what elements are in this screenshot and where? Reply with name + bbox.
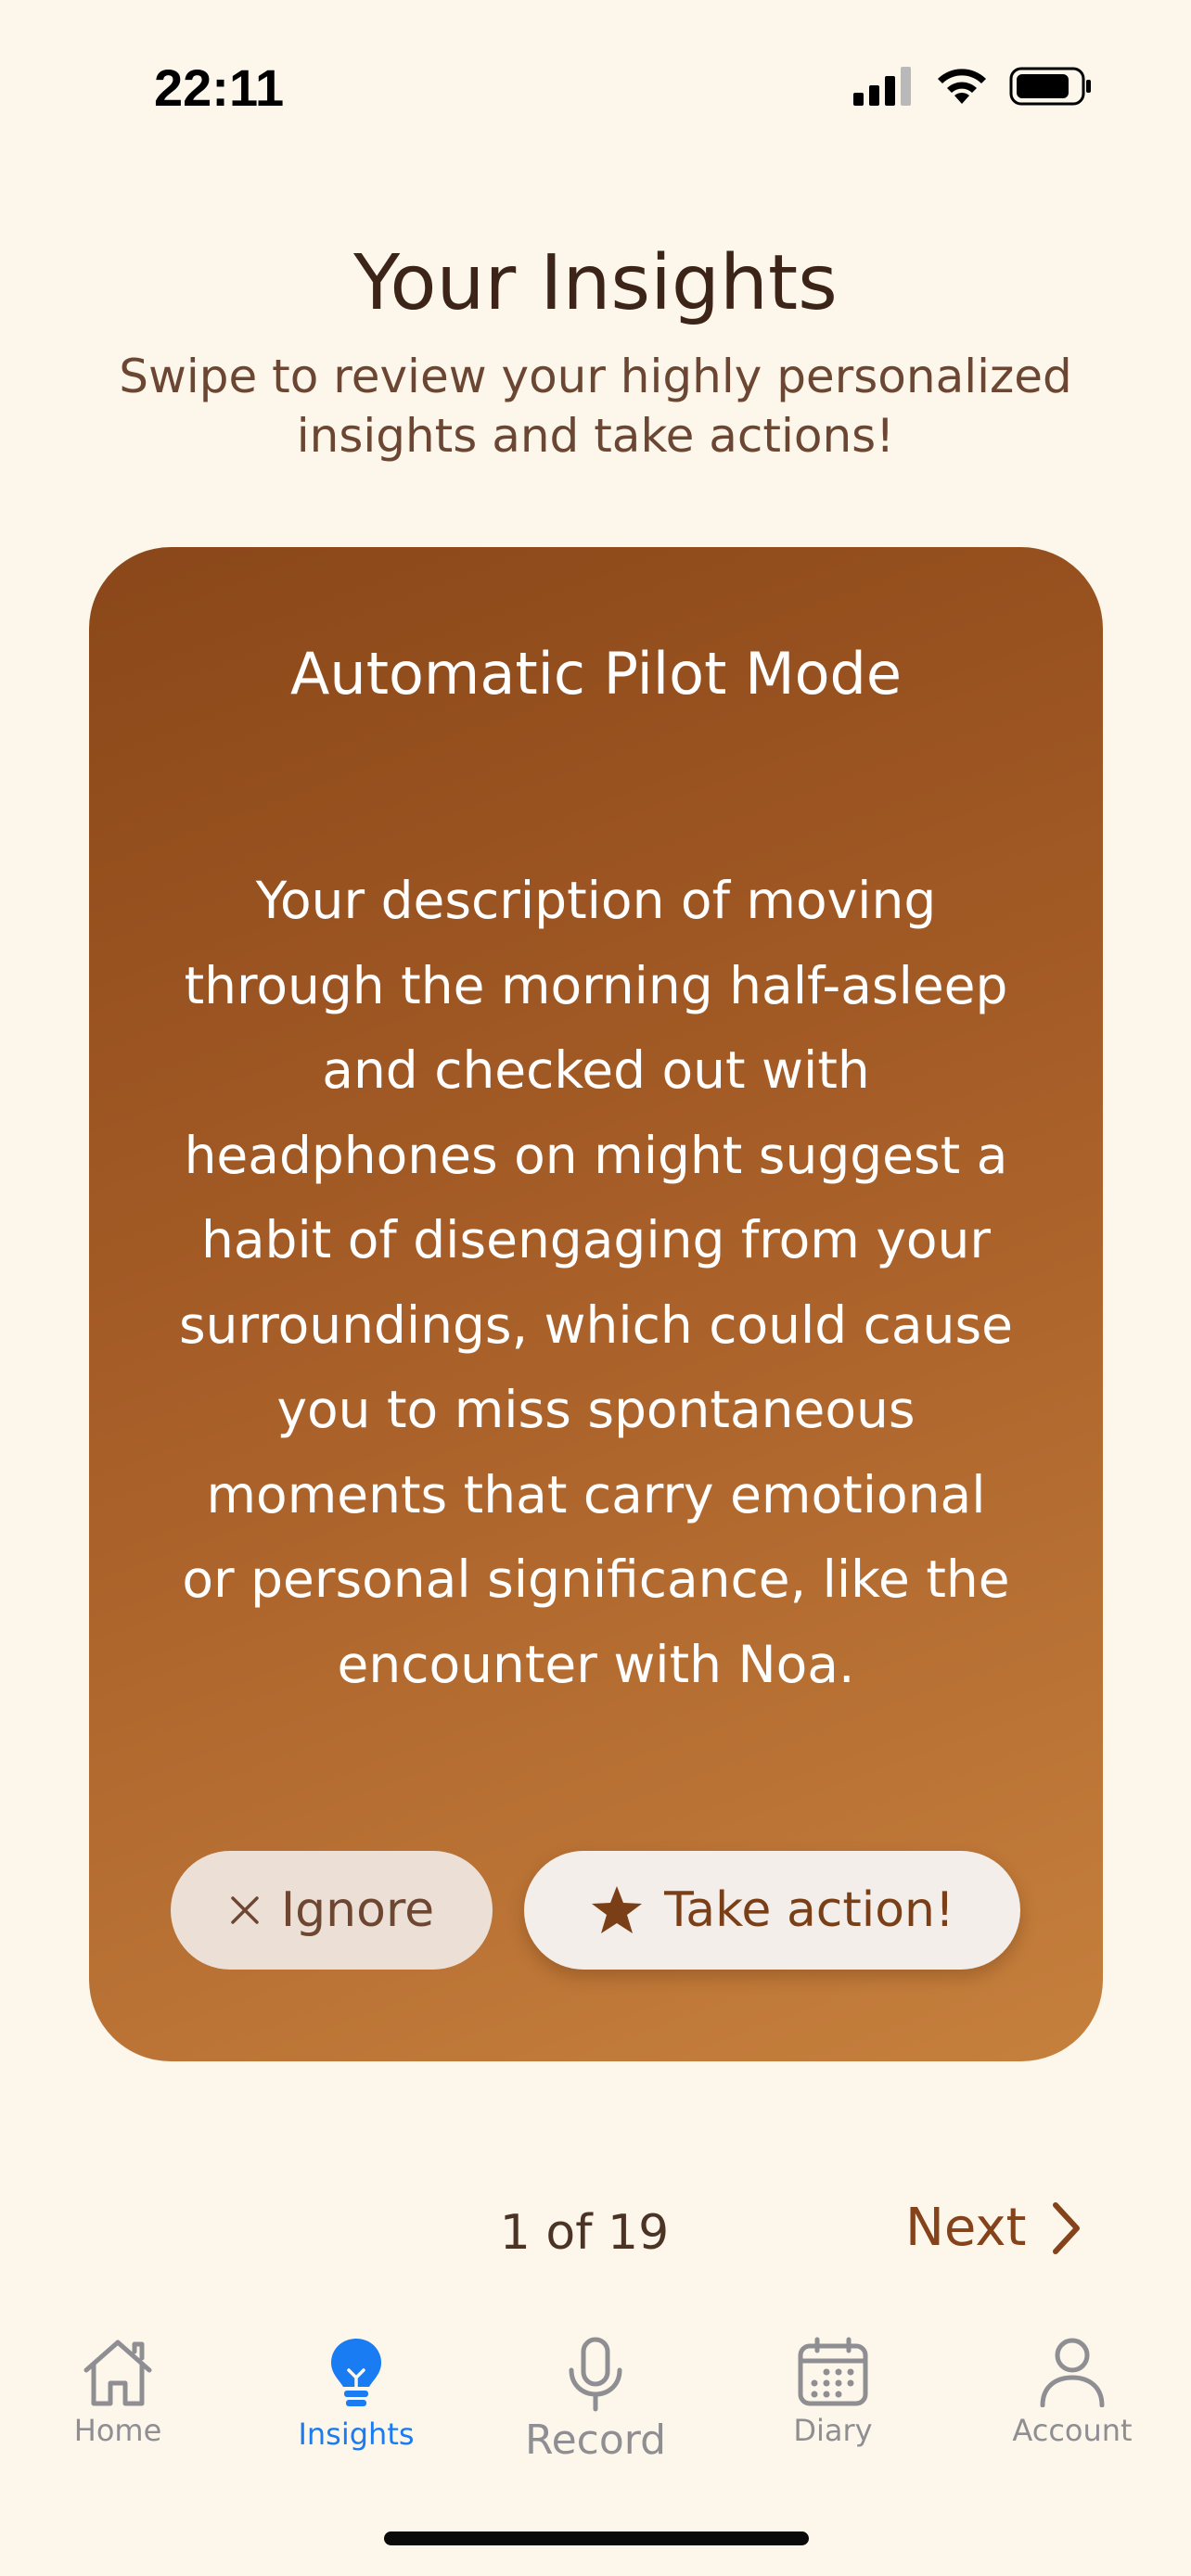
subtitle-line: Swipe to review your highly personalized [119, 350, 1072, 403]
ignore-button[interactable]: Ignore [171, 1851, 493, 1970]
battery-icon [1009, 67, 1091, 106]
ignore-button-label: Ignore [280, 1882, 435, 1938]
lightbulb-icon [331, 2339, 381, 2406]
person-icon [1040, 2338, 1105, 2407]
insight-body-line: or personal significance, like the [182, 1549, 1010, 1609]
home-indicator[interactable] [384, 2531, 809, 2545]
star-icon [592, 1886, 643, 1933]
tab-label: Record [524, 2417, 667, 2464]
calendar-icon [798, 2337, 868, 2406]
insight-body-line: surroundings, which could cause [179, 1294, 1013, 1355]
tab-label: Account [1012, 2413, 1133, 2448]
page-title: Your Insights [353, 239, 838, 327]
tab-diary[interactable]: Diary [740, 2337, 926, 2448]
tab-account[interactable]: Account [980, 2337, 1165, 2448]
pager-count: 1 of 19 [499, 2205, 670, 2261]
next-button-label: Next [905, 2198, 1027, 2258]
next-button[interactable]: Next [905, 2198, 1082, 2258]
status-time: 22:11 [154, 58, 285, 117]
wifi-icon [938, 69, 986, 104]
chevron-right-icon [1053, 2201, 1081, 2254]
insight-body-line: Your description of moving [255, 871, 937, 930]
microphone-icon [569, 2337, 622, 2412]
insight-body-line: and checked out with [322, 1040, 870, 1100]
house-icon [83, 2340, 152, 2406]
tab-label: Home [73, 2413, 162, 2448]
tab-label: Diary [793, 2413, 873, 2448]
insight-body-line: encounter with Noa. [337, 1634, 855, 1694]
tab-insights[interactable]: Insights [263, 2337, 449, 2452]
insight-body-line: moments that carry emotional [206, 1464, 986, 1524]
close-icon [231, 1896, 259, 1924]
insight-body-line: habit of disengaging from your [200, 1210, 992, 1269]
tab-home[interactable]: Home [25, 2337, 211, 2448]
take-action-button-label: Take action! [664, 1882, 954, 1938]
status-bar: 22:11 [0, 0, 1191, 176]
insight-body-line: headphones on might suggest a [184, 1125, 1008, 1185]
subtitle-line: insights and take actions! [296, 409, 895, 463]
tab-record[interactable]: Record [503, 2337, 688, 2464]
insight-body: Your description of moving through the m… [126, 859, 1066, 1707]
insight-title: Automatic Pilot Mode [289, 640, 903, 708]
insight-card[interactable]: Automatic Pilot Mode Your description of… [89, 547, 1103, 2061]
take-action-button[interactable]: Take action! [524, 1851, 1020, 1970]
tab-label: Insights [298, 2417, 415, 2452]
insight-body-line: you to miss spontaneous [276, 1380, 916, 1439]
insight-body-line: through the morning half-asleep [184, 955, 1008, 1015]
page-subtitle: Swipe to review your highly personalized… [83, 347, 1108, 465]
cellular-signal-icon [853, 67, 911, 106]
